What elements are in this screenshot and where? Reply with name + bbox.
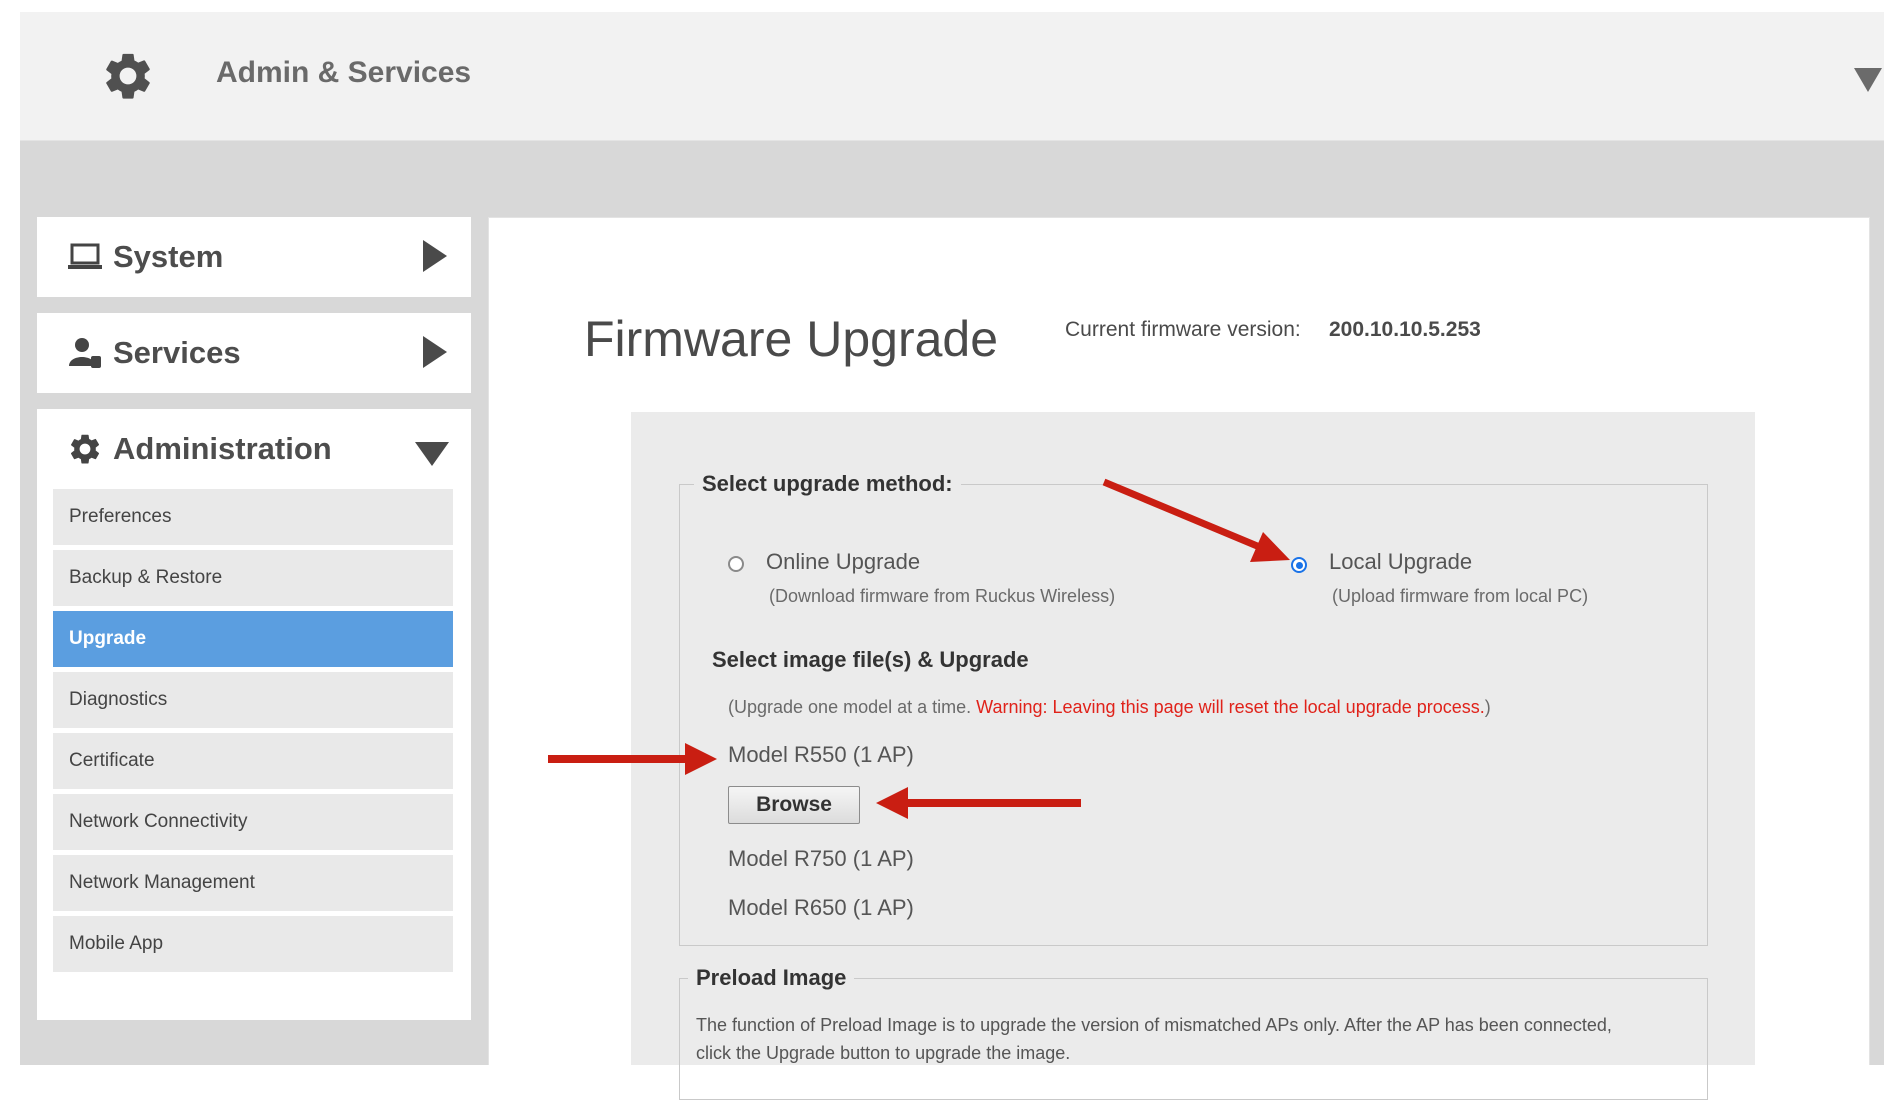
upgrade-panel: Select upgrade method: Online Upgrade (D… (631, 412, 1755, 1100)
sidebar-administration-label: Administration (113, 431, 332, 466)
preload-desc-line1: The function of Preload Image is to upgr… (696, 1015, 1612, 1035)
sidebar-item-network-connectivity[interactable]: Network Connectivity (53, 794, 453, 850)
sidebar-item-backup-restore[interactable]: Backup & Restore (53, 550, 453, 606)
firmware-version-label: Current firmware version: (1065, 318, 1301, 341)
sidebar-administration: Administration Preferences Backup & Rest… (37, 409, 471, 1020)
sidebar-item-diagnostics[interactable]: Diagnostics (53, 672, 453, 728)
online-upgrade-desc: (Download firmware from Ruckus Wireless) (769, 586, 1116, 606)
upgrade-note-suffix: ) (1484, 697, 1491, 717)
administration-header[interactable]: Administration (67, 409, 332, 489)
sidebar-system-label: System (113, 239, 224, 274)
online-upgrade-radio[interactable] (728, 556, 744, 572)
local-upgrade-desc: (Upload firmware from local PC) (1332, 586, 1589, 606)
chevron-right-icon[interactable] (423, 336, 447, 368)
image-section-heading: Select image file(s) & Upgrade (712, 647, 1029, 672)
upgrade-note-prefix: (Upgrade one model at a time. (728, 697, 972, 717)
online-upgrade-label[interactable]: Online Upgrade (766, 549, 920, 575)
gear-icon (70, 434, 100, 464)
header-dropdown-caret[interactable] (1854, 68, 1882, 92)
model-r650-label: Model R650 (1 AP) (728, 895, 914, 920)
sidebar-item-mobile-app[interactable]: Mobile App (53, 916, 453, 972)
preload-desc-line2: click the Upgrade button to upgrade the … (696, 1043, 1071, 1063)
preload-image-fieldset: Preload Image The function of Preload Im… (679, 965, 1708, 1100)
upgrade-method-fieldset: Select upgrade method: Online Upgrade (D… (679, 471, 1708, 946)
sidebar-item-preferences[interactable]: Preferences (53, 489, 453, 545)
top-bar: Admin & Services (20, 12, 1884, 141)
sidebar-services-label: Services (113, 335, 241, 370)
page-title: Firmware Upgrade (584, 311, 999, 367)
header-title: Admin & Services (216, 56, 472, 89)
services-icon (69, 338, 101, 368)
browse-button[interactable]: Browse (728, 786, 860, 824)
firmware-version-value: 200.10.10.5.253 (1329, 318, 1481, 341)
model-r550-label: Model R550 (1 AP) (728, 742, 914, 767)
chevron-right-icon[interactable] (423, 240, 447, 272)
preload-image-legend: Preload Image (688, 965, 855, 991)
model-r750-label: Model R750 (1 AP) (728, 846, 914, 871)
sidebar-item-network-management[interactable]: Network Management (53, 855, 453, 911)
gear-icon[interactable] (100, 48, 156, 104)
sidebar-item-upgrade[interactable]: Upgrade (53, 611, 453, 667)
sidebar-item-certificate[interactable]: Certificate (53, 733, 453, 789)
laptop-icon (68, 243, 102, 269)
upgrade-note: (Upgrade one model at a time. Warning: L… (728, 697, 1491, 718)
local-upgrade-label[interactable]: Local Upgrade (1329, 549, 1472, 575)
administration-menu: Preferences Backup & Restore Upgrade Dia… (53, 489, 453, 977)
sidebar-services[interactable]: Services (37, 313, 471, 393)
upgrade-method-legend: Select upgrade method: (694, 471, 961, 497)
local-upgrade-radio[interactable] (1291, 557, 1307, 573)
chevron-down-icon[interactable] (415, 442, 449, 466)
sidebar-system[interactable]: System (37, 217, 471, 297)
upgrade-warning: Warning: Leaving this page will reset th… (976, 697, 1485, 717)
main-content: Firmware Upgrade Current firmware versio… (488, 217, 1870, 1100)
